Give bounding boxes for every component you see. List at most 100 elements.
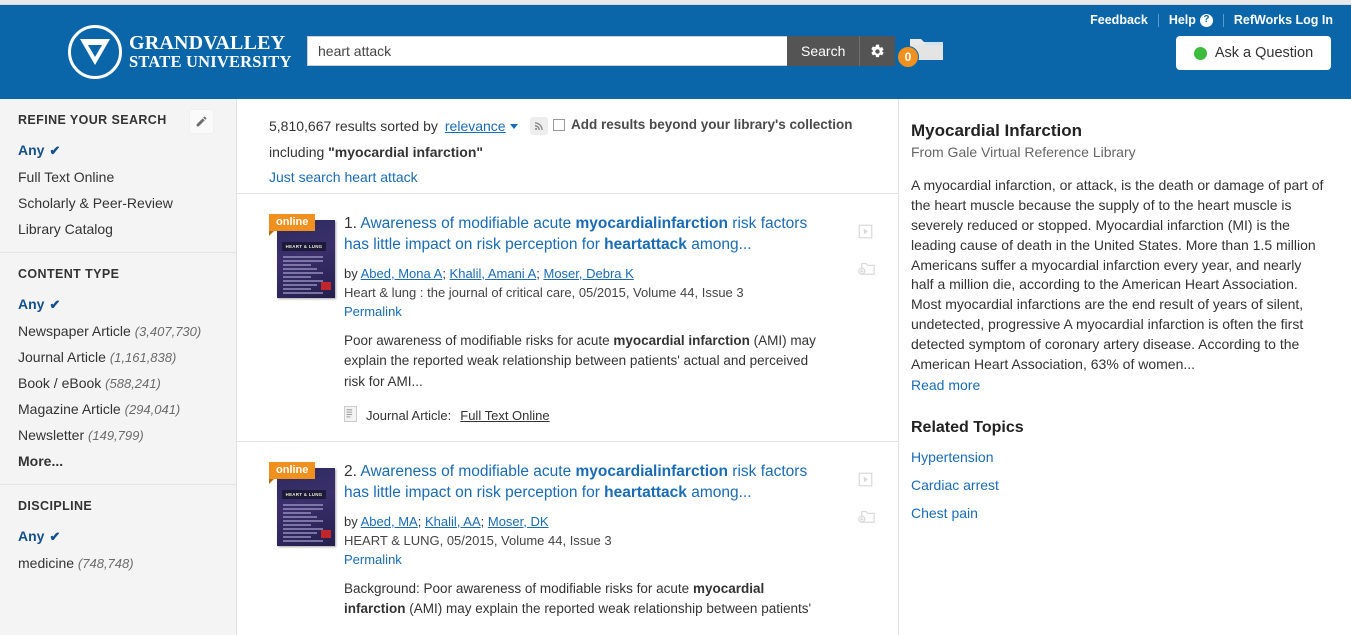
facet-count: (149,799) — [88, 428, 144, 443]
facet-label: Any — [18, 142, 45, 158]
author-link[interactable]: Moser, Debra K — [544, 266, 634, 281]
chevron-down-icon[interactable] — [509, 123, 518, 129]
cover-logo-mark — [321, 282, 331, 290]
facet-item-full-text-online[interactable]: Full Text Online — [0, 164, 236, 190]
result-authors: by Abed, Mona A; Khalil, Amani A; Moser,… — [344, 266, 828, 281]
online-availability-badge: online — [269, 462, 316, 485]
related-topic-link[interactable]: Chest pain — [911, 505, 1327, 521]
result-thumbnail[interactable]: HEART & LUNG online — [269, 462, 344, 620]
read-more-link[interactable]: Read more — [911, 377, 1327, 393]
author-link[interactable]: Abed, Mona A — [361, 266, 443, 281]
facet-item-magazine-article[interactable]: Magazine Article (294,041) — [0, 396, 236, 422]
results-column: 5,810,667 results sorted by relevance in… — [237, 99, 899, 635]
result-item[interactable]: HEART & LUNG online 1. Awareness of modi… — [237, 194, 898, 443]
logo-wordmark: GRANDVALLEY STATE UNIVERSITY — [129, 33, 292, 70]
search-input[interactable] — [307, 36, 787, 66]
facet-item-journal-article[interactable]: Journal Article (1,161,838) — [0, 344, 236, 370]
preview-icon[interactable] — [858, 472, 876, 492]
facet-item-any[interactable]: Any ✔ — [0, 137, 236, 164]
facet-item-newspaper-article[interactable]: Newspaper Article (3,407,730) — [0, 318, 236, 344]
facet-label: Newsletter — [18, 427, 85, 443]
ask-a-question-button[interactable]: Ask a Question — [1176, 36, 1331, 70]
facet-label: Any — [18, 528, 45, 544]
result-title-link[interactable]: 2. Awareness of modifiable acute myocard… — [344, 462, 828, 504]
help-link-wrap[interactable]: Help ? — [1159, 13, 1223, 27]
facet-label: Full Text Online — [18, 169, 115, 185]
result-details: 2. Awareness of modifiable acute myocard… — [344, 462, 898, 620]
search-button-group[interactable]: Search — [787, 36, 896, 66]
facet-group-refine: REFINE YOUR SEARCH Any ✔ Full Text Online… — [0, 99, 236, 253]
result-source-citation: HEART & LUNG, 05/2015, Volume 44, Issue … — [344, 532, 612, 548]
edit-search-pencil-icon[interactable] — [189, 109, 214, 134]
facet-item-any[interactable]: Any ✔ — [0, 291, 236, 318]
topic-source: From Gale Virtual Reference Library — [911, 144, 1136, 160]
result-actions — [858, 472, 876, 529]
result-abstract: Background: Poor awareness of modifiable… — [344, 580, 812, 617]
author-link[interactable]: Abed, MA — [361, 514, 418, 529]
result-actions — [858, 224, 876, 281]
facet-item-more[interactable]: More... — [0, 448, 236, 474]
folder-widget[interactable]: 0 — [897, 30, 943, 72]
folder-count-badge: 0 — [897, 46, 919, 68]
result-format-row: Journal Article: Full Text Online — [344, 406, 828, 425]
author-link[interactable]: Khalil, Amani A — [450, 266, 537, 281]
full-text-online-link[interactable]: Full Text Online — [460, 408, 549, 423]
facet-item-scholarly-peer-review[interactable]: Scholarly & Peer-Review — [0, 190, 236, 216]
result-title-text: Awareness of modifiable acute myocardial… — [344, 463, 808, 501]
feedback-link[interactable]: Feedback — [1080, 13, 1158, 27]
question-mark-icon: ? — [1199, 13, 1213, 27]
facet-label: Library Catalog — [18, 221, 113, 237]
facet-group-discipline: DISCIPLINE Any ✔ medicine (748,748) — [0, 485, 236, 586]
beyond-collection-label: Add results beyond your library's collec… — [571, 117, 853, 132]
help-link[interactable]: Help — [1169, 13, 1196, 27]
add-to-folder-icon[interactable] — [858, 260, 876, 281]
result-permalink-link[interactable]: Permalink — [344, 304, 828, 319]
facet-item-library-catalog[interactable]: Library Catalog — [0, 216, 236, 242]
facet-item-newsletter[interactable]: Newsletter (149,799) — [0, 422, 236, 448]
refworks-login-link[interactable]: RefWorks Log In — [1224, 13, 1343, 27]
university-logo[interactable]: GRANDVALLEY STATE UNIVERSITY — [68, 25, 292, 79]
beyond-collection-checkbox[interactable] — [553, 119, 565, 131]
search-button-label[interactable]: Search — [787, 43, 859, 59]
results-count-text: 5,810,667 results sorted by — [269, 118, 438, 134]
rss-feed-icon[interactable] — [529, 117, 548, 135]
author-list: Abed, MA; Khalil, AA; Moser, DK — [360, 513, 549, 529]
sort-by-link[interactable]: relevance — [445, 118, 506, 134]
result-authors: by Abed, MA; Khalil, AA; Moser, DK — [344, 514, 828, 529]
facet-item-medicine[interactable]: medicine (748,748) — [0, 550, 236, 576]
facet-label: More... — [18, 453, 64, 469]
journal-cover-image: HEART & LUNG — [277, 220, 335, 298]
facet-item-book-ebook[interactable]: Book / eBook (588,241) — [0, 370, 236, 396]
search-options-gear-icon[interactable] — [860, 44, 895, 59]
related-topic-link[interactable]: Cardiac arrest — [911, 477, 1327, 493]
result-permalink-link[interactable]: Permalink — [344, 552, 828, 567]
facet-label: medicine — [18, 555, 75, 571]
facet-label: Scholarly & Peer-Review — [18, 195, 173, 211]
by-label: by — [344, 513, 358, 529]
facet-label: Newspaper Article — [18, 323, 131, 339]
author-link[interactable]: Moser, DK — [488, 514, 549, 529]
result-item[interactable]: HEART & LUNG online 2. Awareness of modi… — [237, 442, 898, 635]
gvsu-shield-icon — [68, 25, 122, 79]
cover-text-lines — [283, 504, 323, 544]
result-title-link[interactable]: 1. Awareness of modifiable acute myocard… — [344, 214, 828, 256]
facet-group-content-type: CONTENT TYPE Any ✔ Newspaper Article (3,4… — [0, 253, 236, 485]
cover-title-band: HEART & LUNG — [282, 490, 326, 500]
facet-count: (588,241) — [105, 376, 161, 391]
result-thumbnail[interactable]: HEART & LUNG online — [269, 214, 344, 425]
facet-count: (3,407,730) — [134, 324, 202, 339]
topic-title: Myocardial Infarction — [911, 121, 1082, 140]
add-to-folder-icon[interactable] — [858, 508, 876, 529]
result-number: 1. — [344, 215, 357, 232]
related-topic-link[interactable]: Hypertension — [911, 449, 1327, 465]
facet-item-any[interactable]: Any ✔ — [0, 523, 236, 550]
including-term-row: including "myocardial infarction" — [269, 144, 898, 160]
preview-icon[interactable] — [858, 224, 876, 244]
logo-line-1: GRANDVALLEY — [129, 32, 286, 55]
facet-label: Any — [18, 296, 45, 312]
author-link[interactable]: Khalil, AA — [425, 514, 481, 529]
facet-label: Journal Article — [18, 349, 106, 365]
facet-group-title: CONTENT TYPE — [18, 267, 120, 281]
just-search-link[interactable]: Just search heart attack — [269, 169, 898, 185]
add-results-beyond-collection[interactable]: Add results beyond your library's collec… — [553, 117, 853, 132]
